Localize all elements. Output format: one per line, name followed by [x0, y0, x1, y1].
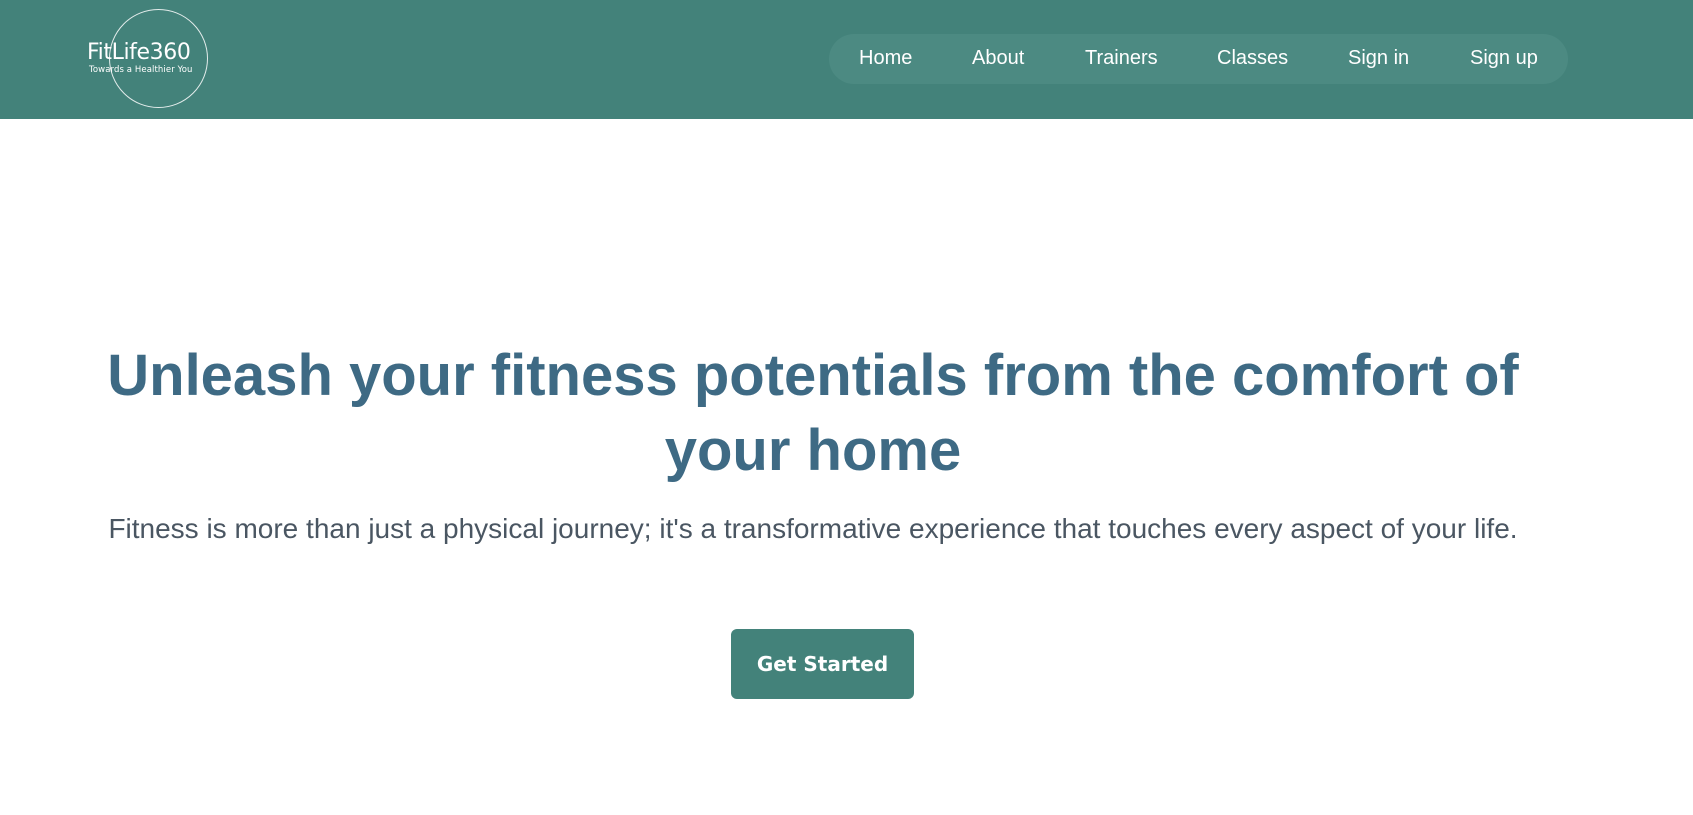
main-nav: Home About Trainers Classes Sign in Sign… — [829, 34, 1568, 84]
nav-item-trainers[interactable]: Trainers — [1085, 47, 1158, 70]
site-header: FitLife360 Towards a Healthier You Home … — [0, 0, 1693, 119]
hero-title: Unleash your fitness potentials from the… — [107, 343, 1519, 483]
nav-item-sign-in[interactable]: Sign in — [1348, 47, 1409, 70]
nav-item-about[interactable]: About — [972, 47, 1024, 70]
logo-name[interactable]: FitLife360 — [87, 40, 191, 65]
nav-item-home[interactable]: Home — [859, 47, 912, 70]
nav-item-classes[interactable]: Classes — [1217, 47, 1288, 70]
get-started-button[interactable]: Get Started — [731, 629, 914, 699]
nav-item-sign-up[interactable]: Sign up — [1470, 47, 1538, 70]
hero-subtitle: Fitness is more than just a physical jou… — [108, 513, 1518, 544]
logo-tagline: Towards a Healthier You — [89, 65, 193, 75]
